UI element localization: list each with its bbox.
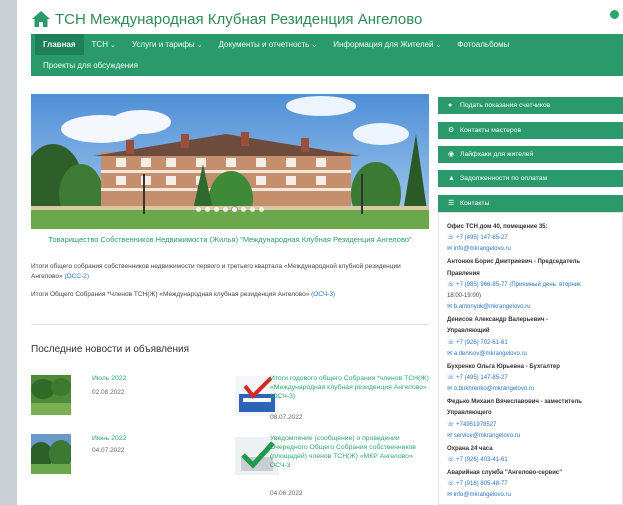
news-item-title[interactable]: Июль 2022 [92, 374, 202, 383]
contact-phone[interactable]: ☏ +74951978527 [447, 421, 496, 429]
news-thumbnail[interactable] [31, 434, 71, 474]
contact-text: Федько Михаил Вячеславович - заместитель [447, 399, 582, 406]
nav-item-label: Фотоальбомы [457, 40, 510, 49]
contact-text: Аварийная служба "Ангелово-сервис" [447, 470, 563, 476]
announcement-text: Итоги Общего Собрания *Членов ТСН(Ж) «Ме… [31, 291, 312, 298]
nav-item-row1-3[interactable]: Документы и отчетность ⌄ [211, 34, 326, 55]
contact-email[interactable]: ✉ info@mkrangelovo.ru [447, 245, 511, 253]
nav-item-label: Проекты для обсуждения [43, 61, 138, 70]
contact-email[interactable]: ✉ o.bukhrenko@mkrangelovo.ru [447, 385, 534, 393]
contacts-panel: Офис ТСН дом 40, помещение 35: ☏ +7 (495)… [438, 212, 623, 505]
main-navigation: Главная ТСН ⌄ Услуги и тарифы ⌄ Документы и о… [31, 34, 623, 76]
news-heading: Последние новости и объявления [31, 344, 189, 355]
sidebar-button-4[interactable]: ☰ Контакты [438, 195, 623, 212]
nav-item-label: Информация для Жителей [333, 40, 434, 49]
announcement-link[interactable]: (ОСЧ-3) [311, 291, 335, 298]
nav-item-row1-2[interactable]: Услуги и тарифы ⌄ [124, 34, 211, 55]
slider-dot[interactable] [223, 207, 228, 212]
sidebar-button-3[interactable]: ▲ Задолженности по оплатам [438, 170, 623, 187]
contact-phone[interactable]: ☏ +7 (926) 403-41-61 [447, 456, 508, 464]
announcement-link[interactable]: (ОСС-2) [64, 273, 89, 280]
nav-item-row1-5[interactable]: Фотоальбомы [449, 34, 517, 55]
news-item-date: 02.08.2022 [92, 389, 125, 396]
nav-item-row2-0[interactable]: Проекты для обсуждения [35, 55, 146, 76]
contact-email[interactable]: ✉ a.denisov@mkrangelovo.ru [447, 350, 527, 358]
nav-item-label: ТСН [91, 40, 108, 49]
slider-dot[interactable] [250, 207, 255, 212]
news-item-date: 04.07.2022 [92, 447, 125, 454]
sidebar-button-label: Подать показания счетчиков [460, 102, 551, 109]
sidebar-button-1[interactable]: ⚙ Контакты мастеров [438, 122, 623, 139]
nav-item-label: Документы и отчетность [218, 40, 310, 49]
contact-text: Управляющий [447, 328, 490, 335]
slider-dot[interactable] [241, 207, 246, 212]
news-item-title[interactable]: Уведомление (сообщение) о проведении Оче… [270, 434, 430, 470]
contact-email[interactable]: ✉ service@mkrangelovo.ru [447, 432, 520, 440]
warning-icon: ▲ [448, 175, 455, 182]
slider-dot[interactable] [196, 207, 201, 212]
slider-dot[interactable] [259, 207, 264, 212]
chevron-down-icon: ⌄ [311, 42, 318, 49]
chevron-down-icon: ⌄ [110, 42, 116, 49]
nav-item-label: Главная [43, 40, 76, 49]
contact-phone[interactable]: ☏ +7 (916) 805-48-77 [447, 480, 508, 488]
announcement-paragraph-2: Итоги Общего Собрания *Членов ТСН(Ж) «Ме… [31, 290, 431, 300]
slider-dot[interactable] [232, 207, 237, 212]
section-divider [31, 324, 429, 325]
chevron-down-icon: ⌄ [196, 42, 203, 49]
lightbulb-icon: ◉ [448, 151, 455, 158]
nav-item-row1-0[interactable]: Главная [35, 34, 84, 55]
slider-dot[interactable] [205, 207, 210, 212]
sidebar-button-label: Задолженности по оплатам [460, 175, 548, 182]
home-icon[interactable] [31, 10, 51, 28]
nav-item-row1-4[interactable]: Информация для Жителей ⌄ [325, 34, 449, 55]
contact-text: Офис ТСН дом 40, помещение 35: [447, 224, 548, 230]
contact-text: 18:00-19:00) [447, 293, 482, 299]
contact-text: Управляющего [447, 410, 492, 417]
nav-row-secondary: Проекты для обсуждения [31, 55, 623, 76]
nav-row-primary: Главная ТСН ⌄ Услуги и тарифы ⌄ Документы и о… [31, 34, 623, 55]
sidebar-button-label: Контакты мастеров [460, 127, 522, 134]
contact-text: Охрана 24 часа [447, 445, 493, 452]
news-item-date: 04.06.2022 [270, 490, 303, 497]
contact-email[interactable]: ✉ info@mkrangelovo.ru [447, 491, 511, 499]
news-thumbnail[interactable] [31, 375, 71, 415]
sidebar-button-label: Контакты [460, 200, 490, 207]
sidebar-button-label: Лайфхаки для жителей [460, 151, 534, 158]
nav-item-row1-1[interactable]: ТСН ⌄ [84, 34, 124, 55]
sidebar-button-2[interactable]: ◉ Лайфхаки для жителей [438, 146, 623, 163]
water-drop-icon: ● [448, 102, 453, 109]
sidebar-button-0[interactable]: ● Подать показания счетчиков [438, 97, 623, 114]
news-item-title[interactable]: Июнь 2022 [92, 434, 202, 443]
contact-text: Правления [447, 270, 480, 277]
chevron-down-icon: ⌄ [435, 42, 442, 49]
contact-text: Денисов Александр Валерьевич - [447, 317, 549, 324]
contact-phone[interactable]: ☏ +7 (495) 147-85-27 [447, 374, 508, 382]
contact-text: Антонюк Борис Дмитриевич - Председатель [447, 259, 581, 266]
gear-icon: ⚙ [448, 127, 455, 134]
site-title[interactable]: ТСН Международная Клубная Резиденция Анг… [55, 11, 422, 28]
announcement-paragraph-1: Итоги общего собрания собственников недв… [31, 262, 431, 282]
status-dot-icon [610, 10, 619, 19]
hero-caption: Товарищество Собственников Недвижимости … [48, 235, 412, 244]
contact-text: Бухренко Ольга Юрьевна - Бухгалтер [447, 363, 560, 370]
contact-phone[interactable]: ☏ +7 (985) 966-85-77 (Приемный день: вто… [447, 281, 581, 289]
hero-slider[interactable] [31, 94, 429, 229]
slider-pagination [31, 199, 429, 217]
contact-phone[interactable]: ☏ +7 (926) 702-61-61 [447, 339, 508, 347]
news-item-title[interactable]: Итоги годового общего Собрания *членов Т… [270, 374, 430, 401]
nav-item-label: Услуги и тарифы [131, 40, 195, 49]
contact-email[interactable]: ✉ b.antonyuk@mkrangelovo.ru [447, 303, 531, 311]
contact-phone[interactable]: ☏ +7 (495) 147-85-27 [447, 234, 508, 242]
slider-dot[interactable] [214, 207, 219, 212]
news-item-date: 08.07.2022 [270, 414, 303, 421]
contacts-icon: ☰ [448, 200, 455, 207]
